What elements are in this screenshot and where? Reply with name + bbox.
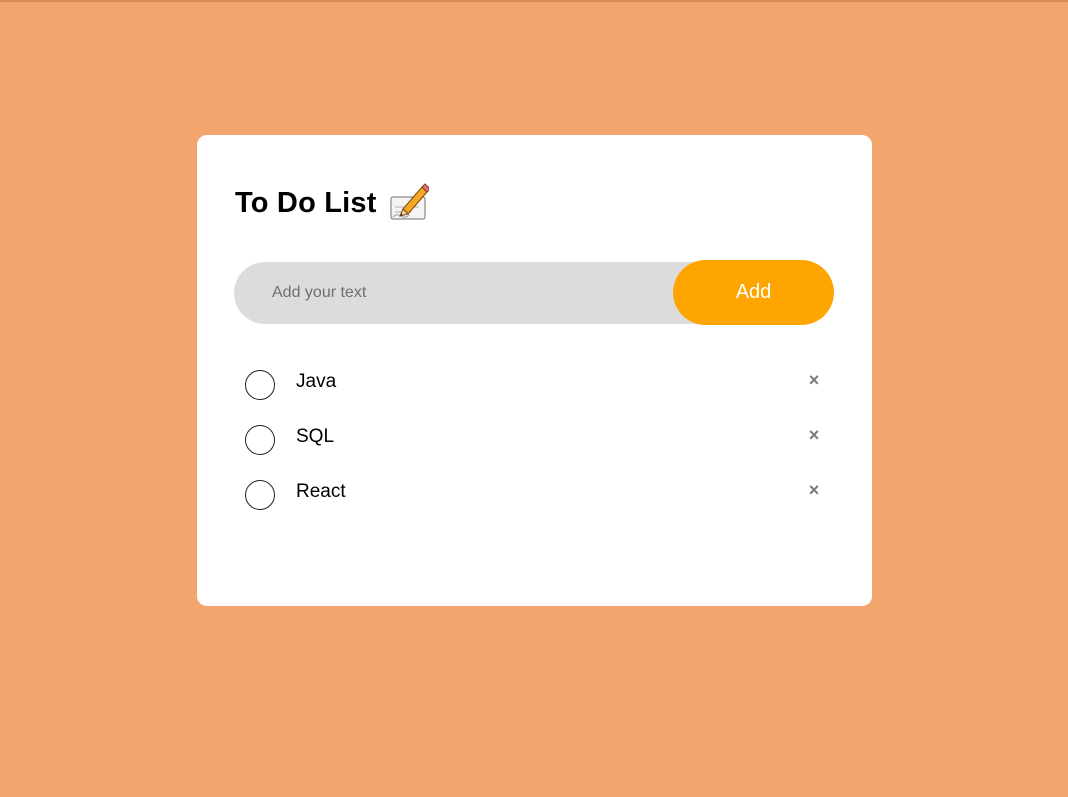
circle-checkbox-icon[interactable] <box>245 370 275 400</box>
input-row: Add <box>234 260 834 325</box>
list-item[interactable]: Java × <box>245 363 835 418</box>
task-list: Java × SQL × React × <box>245 363 835 528</box>
close-icon[interactable]: × <box>804 425 824 445</box>
title-row: To Do List <box>235 183 431 223</box>
todo-card: To Do List Add Java × SQL × <box>197 135 872 606</box>
task-label: SQL <box>296 426 335 447</box>
task-label: Java <box>296 371 337 392</box>
close-icon[interactable]: × <box>804 370 824 390</box>
list-item[interactable]: SQL × <box>245 418 835 473</box>
list-item[interactable]: React × <box>245 473 835 528</box>
task-label: React <box>296 481 346 502</box>
close-icon[interactable]: × <box>804 480 824 500</box>
memo-icon <box>389 183 431 223</box>
page-title: To Do List <box>235 186 377 219</box>
add-button[interactable]: Add <box>673 260 834 325</box>
circle-checkbox-icon[interactable] <box>245 480 275 510</box>
circle-checkbox-icon[interactable] <box>245 425 275 455</box>
